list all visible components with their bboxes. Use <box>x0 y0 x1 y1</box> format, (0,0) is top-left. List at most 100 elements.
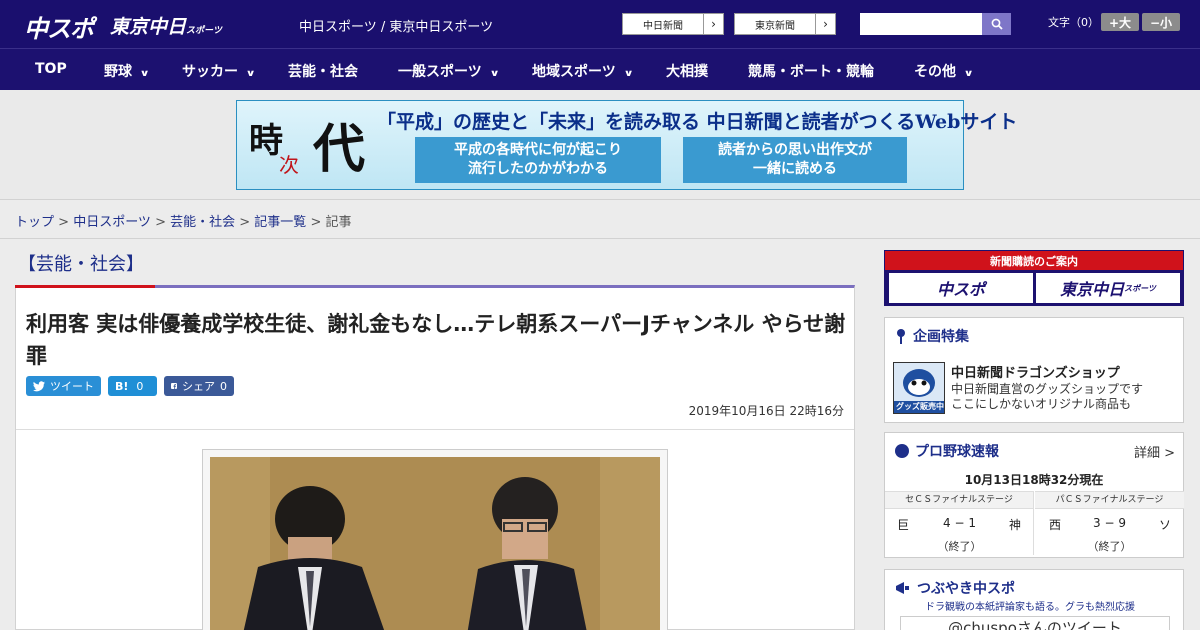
chevron-right-icon: › <box>703 14 723 34</box>
feature-title: 企画特集 <box>895 326 969 346</box>
jidai-logo-dai: 代 <box>313 119 366 180</box>
nav-label: TOP <box>35 61 67 77</box>
mascot-caption: グッズ販売中 <box>896 402 944 411</box>
search-input[interactable] <box>860 13 982 35</box>
banner-box-line: 流行したのかがわかる <box>468 161 608 177</box>
subscription-title: 新聞購読のご案内 <box>885 251 1183 270</box>
chevron-down-icon: ∨ <box>245 69 256 79</box>
chunichi-shimbun-label: 中日新聞 <box>643 20 683 32</box>
nav-label: 野球 <box>104 64 132 80</box>
hatena-bookmark-icon: B! <box>115 379 129 393</box>
search-button[interactable] <box>982 13 1011 35</box>
breadcrumb-chunichi-sports[interactable]: 中日スポーツ <box>73 215 151 230</box>
font-larger-button[interactable]: +大 <box>1101 13 1139 31</box>
top-header: 中スポ 東京中日スポーツ 中日スポーツ / 東京中日スポーツ 中日新聞 › 東京… <box>0 0 1200 48</box>
chevron-right-icon: › <box>815 14 835 34</box>
dragons-mascot-image[interactable]: グッズ販売中 <box>893 362 945 414</box>
divider <box>0 238 1200 239</box>
category-heading: 【芸能・社会】 <box>18 254 144 275</box>
nav-item-racing[interactable]: 競馬・ボート・競輪 <box>748 61 874 81</box>
font-smaller-button[interactable]: −小 <box>1142 13 1180 31</box>
article-card: 利用客 実は俳優養成学校生徒、謝礼金もなし…テレ朝系スーパーJチャンネル やらせ… <box>15 285 855 630</box>
tweet-label: ツイート <box>50 380 94 393</box>
jidai-banner-ad[interactable]: 時 次 代 「平成」の歴史と「未来」を読み取る 中日新聞と読者がつくるWebサイ… <box>236 100 1017 190</box>
tweet-button[interactable]: ツイート <box>26 376 101 396</box>
article-photo[interactable] <box>210 457 660 630</box>
hatena-count: 0 <box>136 379 144 393</box>
chevron-down-icon: ∨ <box>623 69 634 79</box>
site-names: 中日スポーツ / 東京中日スポーツ <box>299 20 494 35</box>
game-score: 3 − 9 <box>1093 516 1126 530</box>
nav-label: 競馬・ボート・競輪 <box>748 64 874 80</box>
search-icon <box>991 18 1003 30</box>
chevron-down-icon: ∨ <box>489 69 500 79</box>
tweets-title: つぶやき中スポ <box>895 578 1015 598</box>
nav-label: 地域スポーツ <box>532 64 616 80</box>
scores-updated-time: 10月13日18時32分現在 <box>964 473 1104 487</box>
breadcrumb-sep: > <box>235 215 255 230</box>
breadcrumb-top[interactable]: トップ <box>15 215 54 230</box>
nav-item-sumo[interactable]: 大相撲 <box>666 61 708 81</box>
subscribe-chuspo-button[interactable]: 中スポ <box>889 273 1033 303</box>
dragons-shop-desc: 中日新聞直営のグッズショップです ここにしかないオリジナル商品も <box>951 382 1143 412</box>
game-stage: パＣＳファイナルステージ <box>1035 492 1184 509</box>
breadcrumb-article-list[interactable]: 記事一覧 <box>254 215 306 230</box>
jidai-logo-ji: 時 <box>249 121 283 161</box>
banner-box-history: 平成の各時代に何が起こり 流行したのかがわかる <box>415 137 661 183</box>
facebook-icon <box>171 383 177 389</box>
game-card[interactable]: パＣＳファイナルステージ 西 3 − 9 ソ （終了） <box>1035 491 1184 555</box>
article-photo-frame <box>202 449 668 630</box>
nav-item-top[interactable]: TOP <box>35 61 67 77</box>
away-team: ソ <box>1159 518 1172 532</box>
subscribe-tokyo-chunichi-button[interactable]: 東京中日 スポーツ <box>1036 273 1180 303</box>
game-card[interactable]: セＣＳファイナルステージ 巨 4 − 1 神 （終了） <box>885 491 1034 555</box>
chevron-down-icon: ∨ <box>139 69 150 79</box>
facebook-label: シェア <box>182 380 215 393</box>
main-nav: TOP 野球 ∨ サッカー ∨ 芸能・社会 一般スポーツ ∨ 地域スポーツ ∨ 大相撲 … <box>0 48 1200 90</box>
facebook-count: 0 <box>220 379 227 393</box>
tweets-title-text: つぶやき中スポ <box>917 581 1015 597</box>
breadcrumb-entertainment[interactable]: 芸能・社会 <box>170 215 235 230</box>
chevron-down-icon: ∨ <box>963 69 974 79</box>
divider <box>16 429 854 430</box>
subscribe-tokyo-chunichi-small: スポーツ <box>1124 283 1156 293</box>
baseball-icon <box>895 444 909 458</box>
tokyo-chunichi-logo[interactable]: 東京中日スポーツ <box>110 12 222 39</box>
nav-item-baseball[interactable]: 野球 ∨ <box>104 61 150 81</box>
font-size-label: 文字（0） <box>1048 16 1099 29</box>
game-score: 4 − 1 <box>943 516 976 530</box>
baseball-detail-link[interactable]: 詳細 > <box>1134 442 1175 461</box>
nav-item-soccer[interactable]: サッカー ∨ <box>182 61 256 81</box>
article-headline: 利用客 実は俳優養成学校生徒、謝礼金もなし…テレ朝系スーパーJチャンネル やらせ… <box>26 312 846 368</box>
away-team: 神 <box>1009 518 1022 532</box>
banner-box-line: 一緒に読める <box>753 161 837 177</box>
nav-item-local-sports[interactable]: 地域スポーツ ∨ <box>532 61 634 81</box>
nav-label: 芸能・社会 <box>288 64 358 80</box>
nav-item-entertainment[interactable]: 芸能・社会 <box>288 61 358 81</box>
tweets-subtitle: ドラ観戦の本紙評論家も語る。グラも熱烈応援 <box>925 602 1135 613</box>
twitter-timeline-header[interactable]: @chuspoさんのツイート <box>900 616 1170 630</box>
nav-label: その他 <box>914 64 956 80</box>
tokyo-shimbun-link[interactable]: 東京新聞 › <box>734 13 836 35</box>
home-team: 西 <box>1049 518 1062 532</box>
game-status: （終了） <box>937 540 982 553</box>
game-status: （終了） <box>1087 540 1132 553</box>
hatena-bookmark-button[interactable]: B! 0 <box>108 376 157 396</box>
chunichi-shimbun-link[interactable]: 中日新聞 › <box>622 13 724 35</box>
jidai-logo: 時 次 代 <box>245 105 377 185</box>
breadcrumb-sep: > <box>306 215 326 230</box>
pin-icon <box>897 329 905 344</box>
dragons-shop-desc-line: ここにしかないオリジナル商品も <box>951 397 1132 411</box>
home-team: 巨 <box>897 518 910 532</box>
dragons-shop-link[interactable]: 中日新聞ドラゴンズショップ <box>951 362 1120 381</box>
nav-item-others[interactable]: その他 ∨ <box>914 61 974 81</box>
banner-box-essays: 読者からの思い出作文が 一緒に読める <box>683 137 907 183</box>
tokyo-chunichi-logo-text: 東京中日 <box>110 16 187 38</box>
megaphone-icon <box>896 582 909 594</box>
facebook-share-button[interactable]: シェア 0 <box>164 376 234 396</box>
nav-item-general-sports[interactable]: 一般スポーツ ∨ <box>398 61 500 81</box>
breadcrumb-current: 記事 <box>325 215 352 230</box>
baseball-scores-panel: プロ野球速報 詳細 > 10月13日18時32分現在 セＣＳファイナルステージ … <box>884 432 1184 558</box>
chuspo-logo[interactable]: 中スポ <box>24 9 94 44</box>
jidai-logo-tsugi: 次 <box>279 153 299 177</box>
